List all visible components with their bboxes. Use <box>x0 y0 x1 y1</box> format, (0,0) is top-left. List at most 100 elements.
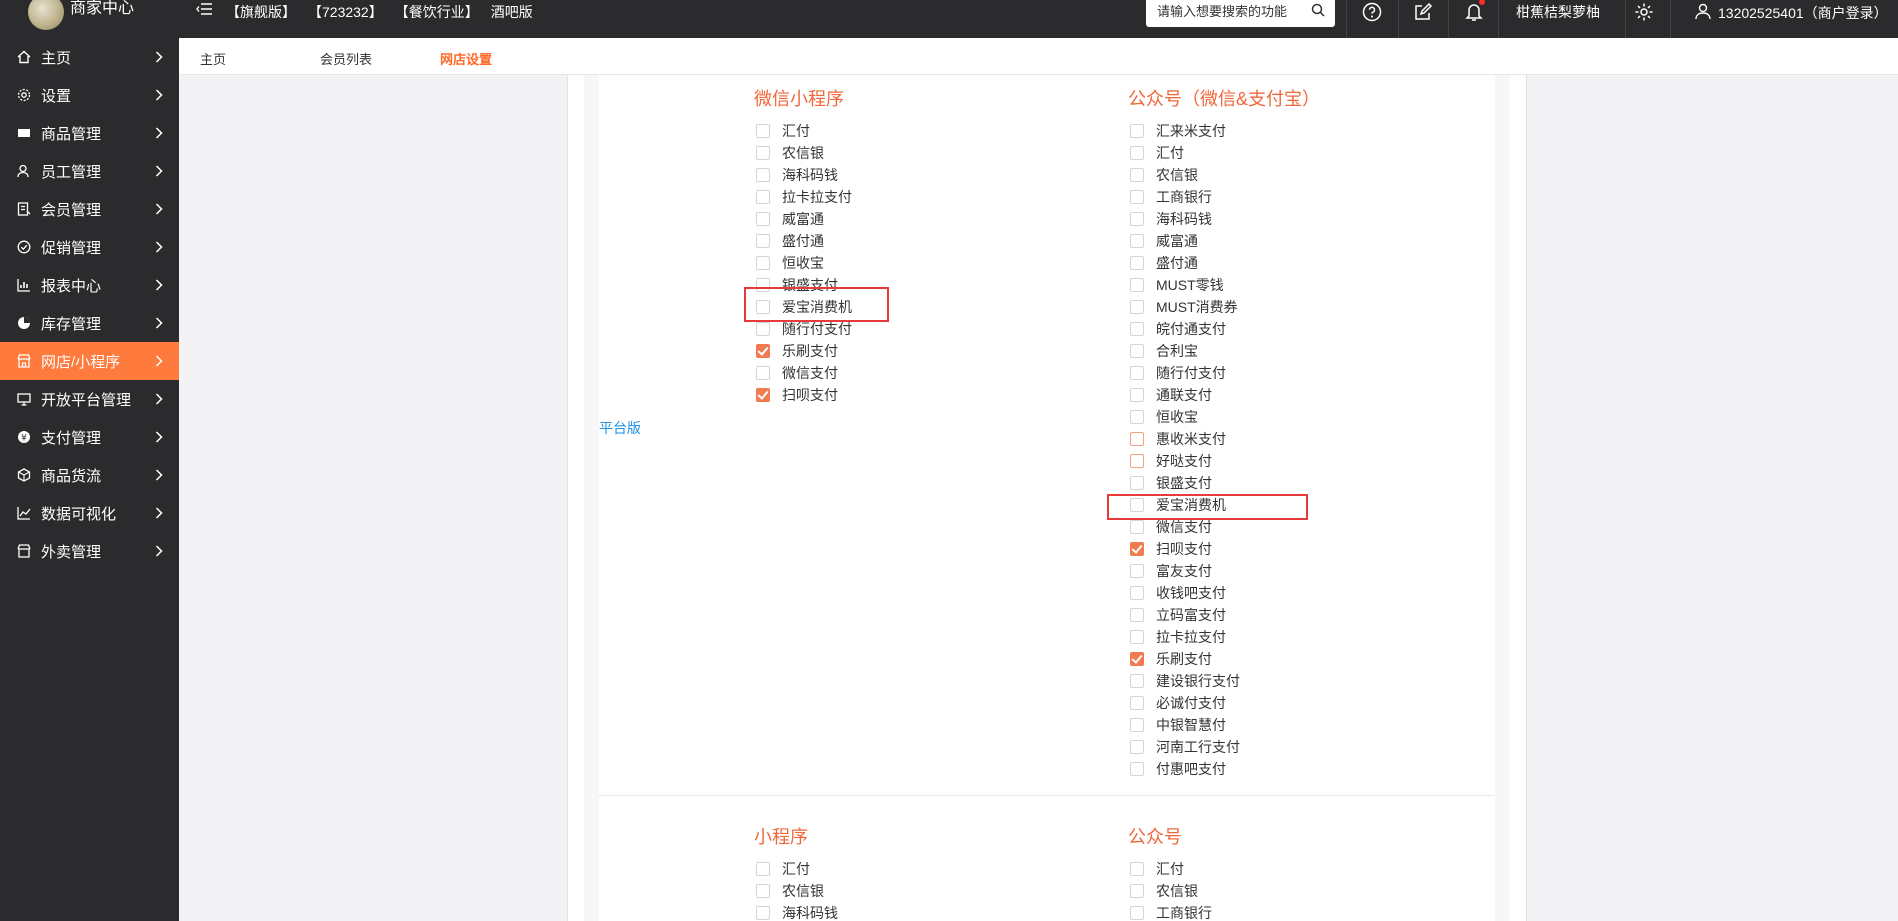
payment-option[interactable]: 河南工行支付 <box>1130 736 1240 758</box>
payment-option[interactable]: 威富通 <box>756 208 824 230</box>
sidebar-item[interactable]: ¥ 支付管理 <box>0 418 179 456</box>
checkbox[interactable] <box>1130 520 1144 534</box>
tab-member-list[interactable]: 会员列表 <box>320 49 372 68</box>
payment-option[interactable]: 乐刷支付 <box>756 340 838 362</box>
checkbox[interactable] <box>756 212 770 226</box>
sidebar-item[interactable]: 商品货流 <box>0 456 179 494</box>
payment-option[interactable]: 中银智慧付 <box>1130 714 1226 736</box>
payment-option[interactable]: 富友支付 <box>1130 560 1212 582</box>
sidebar-item[interactable]: 员工管理 <box>0 152 179 190</box>
checkbox[interactable] <box>756 884 770 898</box>
checkbox[interactable] <box>756 906 770 920</box>
checkbox[interactable] <box>1130 608 1144 622</box>
sidebar-item[interactable]: 数据可视化 <box>0 494 179 532</box>
checkbox[interactable] <box>1130 542 1144 556</box>
payment-option[interactable]: 盛付通 <box>756 230 824 252</box>
payment-option[interactable]: 海科码钱 <box>756 902 838 921</box>
checkbox[interactable] <box>1130 432 1144 446</box>
sidebar-item[interactable]: 会员管理 <box>0 190 179 228</box>
payment-option[interactable]: 惠收米支付 <box>1130 428 1226 450</box>
payment-option[interactable]: 恒收宝 <box>756 252 824 274</box>
sidebar-item[interactable]: 报表中心 <box>0 266 179 304</box>
payment-option[interactable]: 付惠吧支付 <box>1130 758 1226 780</box>
payment-option[interactable]: 工商银行 <box>1130 902 1212 921</box>
user-menu[interactable]: 13202525401（商户登录） <box>1694 2 1888 23</box>
sidebar-item[interactable]: 设置 <box>0 76 179 114</box>
checkbox[interactable] <box>1130 344 1144 358</box>
checkbox[interactable] <box>1130 234 1144 248</box>
checkbox[interactable] <box>756 322 770 336</box>
payment-option[interactable]: 好哒支付 <box>1130 450 1212 472</box>
payment-option[interactable]: 拉卡拉支付 <box>756 186 852 208</box>
sidebar-item[interactable]: 促销管理 <box>0 228 179 266</box>
payment-option[interactable]: 威富通 <box>1130 230 1198 252</box>
checkbox[interactable] <box>1130 168 1144 182</box>
checkbox[interactable] <box>1130 718 1144 732</box>
payment-option[interactable]: 建设银行支付 <box>1130 670 1240 692</box>
payment-option[interactable]: 汇付 <box>1130 142 1184 164</box>
checkbox[interactable] <box>756 124 770 138</box>
payment-option[interactable]: 合利宝 <box>1130 340 1198 362</box>
checkbox[interactable] <box>1130 212 1144 226</box>
checkbox[interactable] <box>1130 884 1144 898</box>
edit-icon[interactable] <box>1411 0 1435 24</box>
checkbox[interactable] <box>756 256 770 270</box>
payment-option[interactable]: 银盛支付 <box>1130 472 1212 494</box>
sidebar-item[interactable]: 商品管理 <box>0 114 179 152</box>
checkbox[interactable] <box>1130 630 1144 644</box>
checkbox[interactable] <box>1130 410 1144 424</box>
checkbox[interactable] <box>1130 906 1144 920</box>
checkbox[interactable] <box>1130 862 1144 876</box>
payment-option[interactable]: 农信银 <box>756 880 824 902</box>
store-name[interactable]: 柑蕉桔梨萝柚 <box>1516 2 1600 22</box>
sidebar-item[interactable]: 主页 <box>0 38 179 76</box>
payment-option[interactable]: MUST消费券 <box>1130 296 1238 318</box>
payment-option[interactable]: 汇来米支付 <box>1130 120 1226 142</box>
payment-option[interactable]: 随行付支付 <box>1130 362 1226 384</box>
checkbox[interactable] <box>1130 740 1144 754</box>
tab-home[interactable]: 主页 <box>200 49 226 68</box>
payment-option[interactable]: 必诚付支付 <box>1130 692 1226 714</box>
payment-option[interactable]: 收钱吧支付 <box>1130 582 1226 604</box>
menu-toggle-icon[interactable] <box>196 0 216 20</box>
checkbox[interactable] <box>756 190 770 204</box>
payment-option[interactable]: 微信支付 <box>756 362 838 384</box>
checkbox[interactable] <box>756 168 770 182</box>
payment-option[interactable]: 盛付通 <box>1130 252 1198 274</box>
payment-option[interactable]: 工商银行 <box>1130 186 1212 208</box>
sidebar-item[interactable]: 库存管理 <box>0 304 179 342</box>
checkbox[interactable] <box>756 146 770 160</box>
gear-icon[interactable] <box>1632 0 1656 24</box>
checkbox[interactable] <box>1130 652 1144 666</box>
payment-option[interactable]: 农信银 <box>756 142 824 164</box>
sidebar-item[interactable]: 外卖管理 <box>0 532 179 570</box>
payment-option[interactable]: 拉卡拉支付 <box>1130 626 1226 648</box>
checkbox[interactable] <box>756 388 770 402</box>
checkbox[interactable] <box>1130 146 1144 160</box>
checkbox[interactable] <box>1130 674 1144 688</box>
payment-option[interactable]: 海科码钱 <box>756 164 838 186</box>
checkbox[interactable] <box>756 366 770 380</box>
checkbox[interactable] <box>1130 454 1144 468</box>
help-icon[interactable] <box>1360 0 1384 24</box>
checkbox[interactable] <box>1130 190 1144 204</box>
checkbox[interactable] <box>1130 322 1144 336</box>
payment-option[interactable]: 皖付通支付 <box>1130 318 1226 340</box>
checkbox[interactable] <box>756 234 770 248</box>
payment-option[interactable]: 立码富支付 <box>1130 604 1226 626</box>
payment-option[interactable]: 农信银 <box>1130 164 1198 186</box>
checkbox[interactable] <box>1130 476 1144 490</box>
search-input[interactable]: 请输入想要搜索的功能 <box>1146 0 1335 27</box>
checkbox[interactable] <box>756 862 770 876</box>
checkbox[interactable] <box>1130 124 1144 138</box>
payment-option[interactable]: 扫呗支付 <box>756 384 838 406</box>
payment-option[interactable]: 农信银 <box>1130 880 1198 902</box>
sidebar-item[interactable]: 开放平台管理 <box>0 380 179 418</box>
checkbox[interactable] <box>1130 300 1144 314</box>
payment-option[interactable]: 汇付 <box>1130 858 1184 880</box>
checkbox[interactable] <box>1130 762 1144 776</box>
checkbox[interactable] <box>756 344 770 358</box>
payment-option[interactable]: 汇付 <box>756 858 810 880</box>
checkbox[interactable] <box>1130 586 1144 600</box>
payment-option[interactable]: 海科码钱 <box>1130 208 1212 230</box>
